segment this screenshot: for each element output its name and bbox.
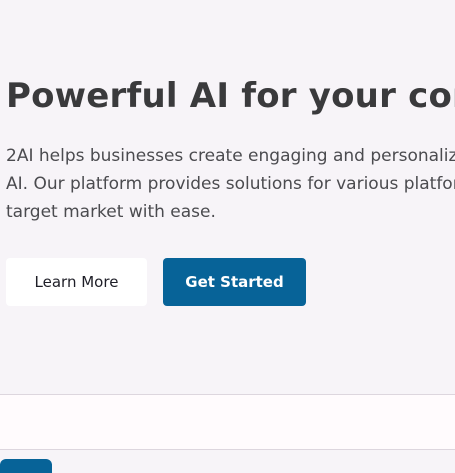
hero-title: Powerful AI for your content needs: [6, 76, 455, 116]
learn-more-button[interactable]: Learn More: [6, 258, 147, 306]
section-divider-band: [0, 394, 455, 450]
hero-section: Powerful AI for your content needs 2AI h…: [6, 0, 455, 394]
get-started-button[interactable]: Get Started: [163, 258, 306, 306]
partial-tab-button[interactable]: [0, 459, 52, 473]
hero-description-line: AI. Our platform provides solutions for …: [6, 174, 455, 194]
hero-description-line: target market with ease.: [6, 202, 216, 222]
hero-description-line: 2AI helps businesses create engaging and…: [6, 146, 455, 166]
hero-description: 2AI helps businesses create engaging and…: [6, 142, 455, 226]
